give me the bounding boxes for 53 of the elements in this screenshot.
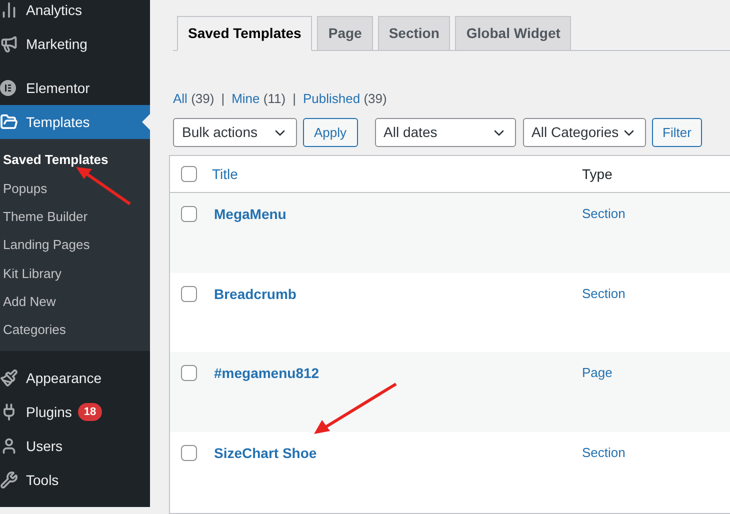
template-title-link[interactable]: SizeChart Shoe: [214, 442, 582, 464]
column-header[interactable]: Title: [212, 164, 582, 184]
template-title-link[interactable]: Breadcrumb: [214, 284, 582, 304]
checkbox[interactable]: [181, 206, 197, 222]
template-title-link[interactable]: #megamenu812: [214, 363, 582, 384]
checkbox[interactable]: [181, 166, 197, 182]
filter-link[interactable]: Published (39): [302, 89, 387, 109]
filter-button[interactable]: Filter: [652, 118, 702, 147]
column-header: Type: [582, 164, 612, 184]
bar-chart-icon: [0, 1, 18, 19]
filter-link[interactable]: Mine (11): [232, 89, 286, 109]
submenu-item[interactable]: Kit Library: [0, 259, 150, 288]
sidebar-item[interactable]: Analytics: [0, 0, 150, 27]
checkbox[interactable]: [181, 444, 197, 460]
sidebar-item[interactable]: Appearance: [0, 361, 150, 396]
tab[interactable]: Global Widget: [455, 16, 572, 51]
annotation-arrow: [74, 166, 132, 206]
checkbox[interactable]: [181, 286, 197, 302]
separator: |: [221, 90, 225, 108]
sidebar-item[interactable]: Marketing: [0, 27, 150, 61]
type-link[interactable]: Page: [582, 363, 612, 382]
paintbrush-icon: [0, 369, 18, 388]
sidebar-item[interactable]: Elementor: [0, 71, 150, 105]
submenu-item[interactable]: Add New: [0, 287, 150, 316]
submenu-item[interactable]: Theme Builder: [0, 202, 150, 231]
template-title-link[interactable]: MegaMenu: [214, 204, 582, 225]
category-dropdown[interactable]: All Categories: [522, 118, 646, 147]
bulk-actions-dropdown[interactable]: Bulk actions: [173, 118, 297, 147]
date-dropdown[interactable]: All dates: [374, 118, 516, 147]
submenu-item[interactable]: Saved Templates: [0, 146, 150, 174]
filter-link[interactable]: All (39): [173, 89, 214, 109]
user-icon: [0, 437, 18, 456]
folder-icon: [0, 113, 18, 131]
separator: |: [292, 90, 296, 108]
tab[interactable]: Saved Templates: [177, 16, 312, 51]
megaphone-icon: [0, 35, 18, 53]
tab[interactable]: Section: [378, 16, 450, 51]
sidebar-item[interactable]: Tools: [0, 463, 150, 498]
submenu-item[interactable]: Categories: [0, 316, 150, 344]
sidebar-item[interactable]: Templates: [0, 105, 150, 139]
type-link[interactable]: Section: [582, 204, 626, 224]
current-pointer-icon: [142, 114, 150, 130]
checkbox[interactable]: [181, 365, 197, 381]
submenu-item[interactable]: Landing Pages: [0, 230, 150, 260]
count-badge: 18: [78, 403, 102, 422]
submenu-item[interactable]: Popups: [0, 174, 150, 203]
sidebar-item[interactable]: Plugins 18: [0, 395, 150, 430]
wrench-icon: [0, 471, 18, 490]
tab[interactable]: Page: [317, 16, 373, 51]
sidebar-item[interactable]: Users: [0, 429, 150, 464]
type-link[interactable]: Section: [582, 284, 626, 303]
type-link[interactable]: Section: [582, 442, 626, 462]
apply-button[interactable]: Apply: [303, 118, 358, 147]
